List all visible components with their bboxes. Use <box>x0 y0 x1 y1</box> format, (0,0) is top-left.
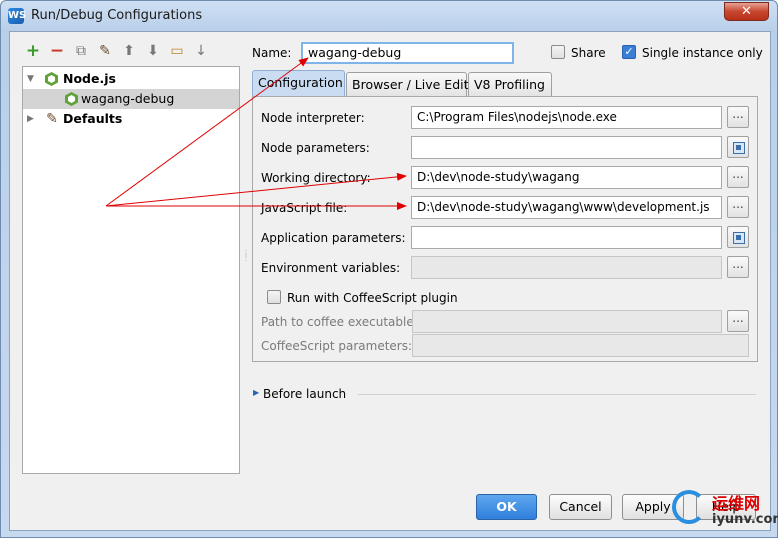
share-label: Share <box>571 46 606 60</box>
tree-item-nodejs[interactable]: ▼ Node.js <box>23 69 239 89</box>
before-launch-divider <box>358 394 756 395</box>
move-down-icon[interactable]: ⬇ <box>144 42 162 60</box>
remove-icon[interactable]: − <box>48 42 66 60</box>
folder-icon[interactable]: ▭ <box>168 42 186 60</box>
coffee-path-field <box>412 310 722 333</box>
title-bar: WS Run/Debug Configurations ✕ <box>1 1 777 31</box>
browse-coffee-button[interactable]: ... <box>727 310 749 332</box>
application-parameters-label: Application parameters: <box>261 231 406 245</box>
tree-item-label: Defaults <box>63 111 123 126</box>
add-icon[interactable]: + <box>24 42 42 60</box>
name-input[interactable]: wagang-debug <box>301 42 514 64</box>
defaults-wrench-icon: ✎ <box>46 111 58 127</box>
move-up-icon[interactable]: ⬆ <box>120 42 138 60</box>
before-launch-expand-icon[interactable]: ▶ <box>253 388 259 397</box>
browse-working-directory-button[interactable]: ... <box>727 166 749 188</box>
nodejs-icon <box>45 72 58 86</box>
single-instance-label: Single instance only <box>642 46 763 60</box>
application-parameters-field[interactable] <box>411 226 722 249</box>
watermark-line1: 运维网 <box>712 494 761 513</box>
expand-triangle-icon[interactable]: ▼ <box>27 69 34 89</box>
coffee-params-field <box>412 334 749 357</box>
tree-item-label: wagang-debug <box>81 91 175 106</box>
configuration-panel: Node interpreter: C:\Program Files\nodej… <box>252 96 758 362</box>
tab-browser-live-edit[interactable]: Browser / Live Edit <box>346 72 469 96</box>
working-directory-label: Working directory: <box>261 171 371 185</box>
node-parameters-label: Node parameters: <box>261 141 370 155</box>
node-parameters-field[interactable] <box>411 136 722 159</box>
share-checkbox[interactable] <box>551 45 565 59</box>
splitter-handle[interactable]: ⋮ ⋮ <box>242 250 250 266</box>
working-directory-field[interactable]: D:\dev\node-study\wagang <box>411 166 722 189</box>
single-instance-checkbox[interactable]: ✓ <box>622 45 636 59</box>
javascript-file-field[interactable]: D:\dev\node-study\wagang\www\development… <box>411 196 722 219</box>
coffee-path-label: Path to coffee executable: <box>261 315 418 329</box>
tab-v8-profiling[interactable]: V8 Profiling <box>468 72 552 96</box>
watermark-ring-icon <box>672 490 706 524</box>
browse-interpreter-button[interactable]: ... <box>727 106 749 128</box>
tree-item-label: Node.js <box>63 71 116 86</box>
node-interpreter-label: Node interpreter: <box>261 111 365 125</box>
ok-button[interactable]: OK <box>476 494 537 520</box>
before-launch-label[interactable]: Before launch <box>263 387 346 401</box>
watermark-line2: iyunv.com <box>712 512 778 527</box>
close-button[interactable]: ✕ <box>724 2 769 21</box>
run-debug-dialog: WS Run/Debug Configurations ✕ + − ⧉ ✎ ⬆ … <box>0 0 778 538</box>
window-title: Run/Debug Configurations <box>31 8 203 23</box>
browse-javascript-file-button[interactable]: ... <box>727 196 749 218</box>
environment-variables-label: Environment variables: <box>261 261 401 275</box>
tree-item-defaults[interactable]: ▶ ✎ Defaults <box>23 109 239 129</box>
environment-variables-field <box>411 256 722 279</box>
copy-icon[interactable]: ⧉ <box>72 42 90 60</box>
watermark-logo: 运维网 iyunv.com <box>672 490 778 536</box>
edit-defaults-icon[interactable]: ✎ <box>96 42 114 60</box>
dialog-body: + − ⧉ ✎ ⬆ ⬇ ▭ ↓ ▼ Node.js wagang-debug ▶… <box>9 31 771 531</box>
name-label: Name: <box>252 46 292 60</box>
cancel-button[interactable]: Cancel <box>549 494 612 520</box>
tree-item-wagang-debug[interactable]: wagang-debug <box>23 89 239 109</box>
expand-editor-icon[interactable] <box>727 136 749 158</box>
edit-environment-button[interactable]: ... <box>727 256 749 278</box>
node-interpreter-field[interactable]: C:\Program Files\nodejs\node.exe <box>411 106 722 129</box>
expand-editor-icon[interactable] <box>727 226 749 248</box>
configuration-tree[interactable]: ▼ Node.js wagang-debug ▶ ✎ Defaults <box>22 66 240 474</box>
webstorm-app-icon: WS <box>8 8 26 24</box>
coffee-params-label: CoffeeScript parameters: <box>261 339 413 353</box>
javascript-file-label: JavaScript file: <box>261 201 348 215</box>
coffee-plugin-label: Run with CoffeeScript plugin <box>287 291 458 305</box>
coffee-plugin-checkbox[interactable] <box>267 290 281 304</box>
nodejs-icon <box>65 92 78 106</box>
collapse-triangle-icon[interactable]: ▶ <box>27 109 34 129</box>
tab-configuration[interactable]: Configuration <box>252 70 345 96</box>
sort-icon[interactable]: ↓ <box>192 42 210 60</box>
